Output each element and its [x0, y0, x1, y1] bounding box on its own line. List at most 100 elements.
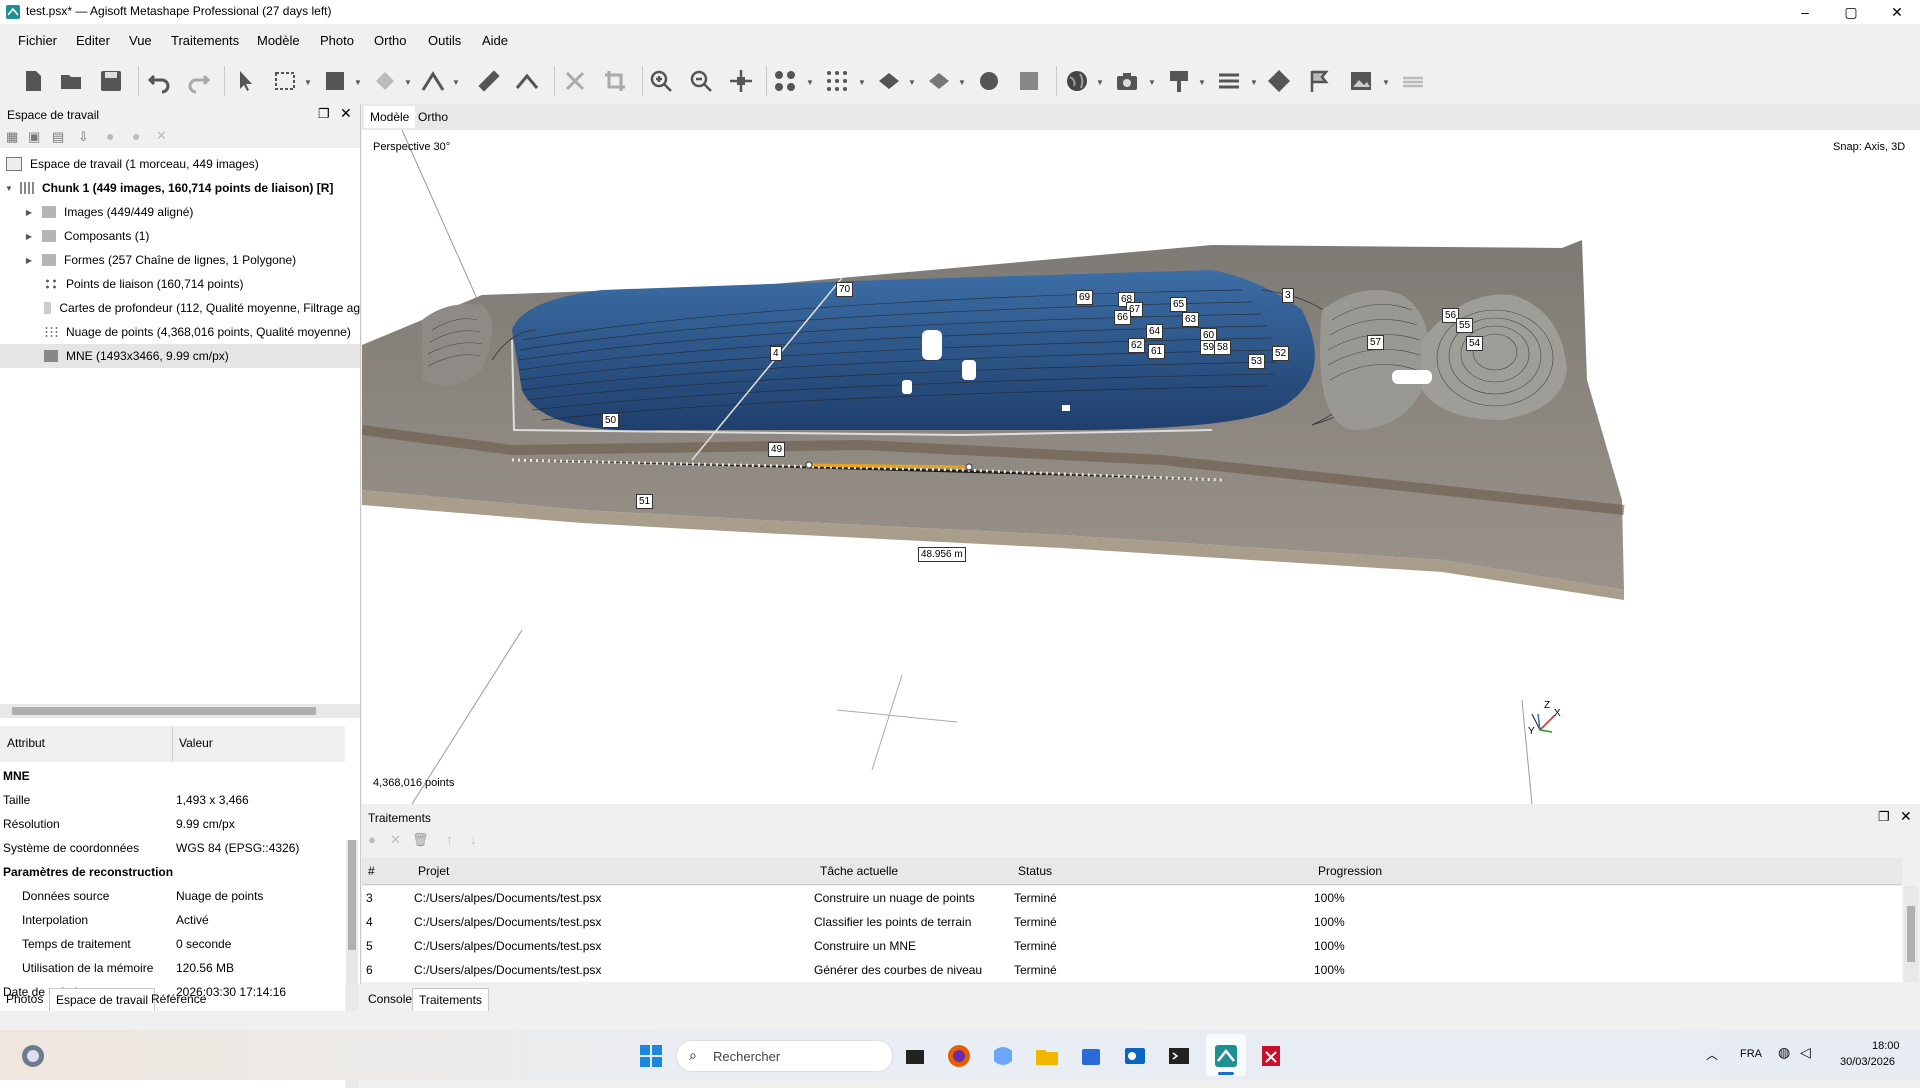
menu-ortho[interactable]: Ortho: [374, 33, 407, 48]
close-panel-icon[interactable]: ✕: [1900, 808, 1912, 825]
tree-dem[interactable]: MNE (1493x3466, 9.99 cm/px): [0, 344, 360, 368]
task-view-icon[interactable]: [902, 1043, 928, 1069]
close-panel-icon[interactable]: ✕: [340, 105, 352, 122]
tab-photos[interactable]: Photos: [0, 988, 49, 1010]
dem-terrain-render[interactable]: [362, 130, 1920, 804]
column-valeur[interactable]: Valeur: [179, 736, 213, 750]
menu-aide[interactable]: Aide: [482, 33, 508, 48]
store-icon[interactable]: [1078, 1043, 1104, 1069]
menu-editer[interactable]: Editer: [76, 33, 110, 48]
chevron-down-icon[interactable]: ▼: [4, 184, 14, 193]
tab-workspace[interactable]: Espace de travail: [49, 988, 156, 1011]
add-folder-icon[interactable]: ▤: [52, 129, 64, 145]
col-number[interactable]: #: [368, 864, 375, 878]
dem-view-icon[interactable]: [1016, 68, 1042, 94]
tree-chunk[interactable]: ▼ Chunk 1 (449 images, 160,714 points de…: [0, 176, 360, 200]
metashape-taskbar-button[interactable]: [1206, 1034, 1246, 1076]
chevron-down-icon[interactable]: ▼: [1382, 78, 1390, 87]
tree-depth-maps[interactable]: Cartes de profondeur (112, Qualité moyen…: [0, 296, 360, 320]
chevron-down-icon[interactable]: ▼: [1250, 78, 1258, 87]
crop-icon[interactable]: [602, 68, 628, 94]
clock-time[interactable]: 18:00: [1872, 1040, 1900, 1052]
model-textured-icon[interactable]: [926, 68, 952, 94]
region-icon[interactable]: [1266, 68, 1292, 94]
tree-tie-points[interactable]: Points de liaison (160,714 points): [0, 272, 360, 296]
close-window-button[interactable]: ✕: [1874, 0, 1920, 24]
tab-ortho[interactable]: Ortho: [412, 106, 454, 128]
tab-traitements[interactable]: Traitements: [412, 988, 489, 1011]
chevron-right-icon[interactable]: ▶: [24, 256, 34, 265]
tab-reference[interactable]: Référence: [145, 988, 212, 1010]
minimize-button[interactable]: –: [1782, 0, 1828, 24]
chevron-down-icon[interactable]: ▼: [1096, 78, 1104, 87]
move-up-icon[interactable]: ↑: [446, 832, 453, 847]
processing-row[interactable]: 3 C:/Users/alpes/Documents/test.psx Constr…: [362, 886, 1902, 910]
windows-start-icon[interactable]: [638, 1043, 664, 1069]
enable-icon[interactable]: ●: [106, 128, 114, 144]
processing-row[interactable]: 5 C:/Users/alpes/Documents/test.psx Constr…: [362, 934, 1902, 958]
markers-icon[interactable]: [1166, 68, 1192, 94]
ruler-icon[interactable]: [476, 68, 502, 94]
chevron-down-icon[interactable]: ▼: [452, 78, 460, 87]
angle-measure-icon[interactable]: [514, 68, 540, 94]
taskbar-search[interactable]: ⌕ Rechercher: [676, 1040, 893, 1072]
tiled-model-icon[interactable]: [976, 68, 1002, 94]
column-attribut[interactable]: Attribut: [7, 736, 45, 750]
chevron-down-icon[interactable]: ▼: [1148, 78, 1156, 87]
add-photos-icon[interactable]: ▣: [28, 129, 40, 145]
tree-components[interactable]: ▶ Composants (1): [0, 224, 360, 248]
col-progression[interactable]: Progression: [1318, 864, 1382, 878]
new-document-icon[interactable]: [20, 68, 46, 94]
tab-modele[interactable]: Modèle: [364, 106, 416, 128]
image-overlay-icon[interactable]: [1348, 68, 1374, 94]
undo-icon[interactable]: [146, 68, 172, 94]
tab-console[interactable]: Console: [362, 988, 418, 1010]
chevron-down-icon[interactable]: ▼: [1198, 78, 1206, 87]
save-icon[interactable]: [98, 68, 124, 94]
processing-scrollbar[interactable]: [1904, 886, 1918, 982]
menu-outils[interactable]: Outils: [428, 33, 461, 48]
chevron-down-icon[interactable]: ▼: [908, 78, 916, 87]
pdf-reader-icon[interactable]: [1258, 1043, 1284, 1069]
delete-icon[interactable]: ✕: [156, 128, 167, 144]
float-panel-icon[interactable]: ❐: [318, 106, 330, 122]
copilot-icon[interactable]: [990, 1043, 1016, 1069]
col-status[interactable]: Status: [1018, 864, 1052, 878]
language-indicator[interactable]: FRA: [1740, 1048, 1762, 1060]
scrollbar-thumb[interactable]: [1907, 906, 1915, 962]
remove-items-icon[interactable]: ⇩: [78, 129, 89, 145]
col-projet[interactable]: Projet: [418, 864, 449, 878]
zoom-in-icon[interactable]: [648, 68, 674, 94]
chevron-down-icon[interactable]: ▼: [304, 78, 312, 87]
tree-shapes[interactable]: ▶ Formes (257 Chaîne de lignes, 1 Polygo…: [0, 248, 360, 272]
tree-point-cloud[interactable]: Nuage de points (4,368,016 points, Quali…: [0, 320, 360, 344]
camera-icon[interactable]: [1114, 68, 1140, 94]
chevron-right-icon[interactable]: ▶: [24, 208, 34, 217]
move-down-icon[interactable]: ↓: [470, 832, 477, 847]
model-viewport[interactable]: Perspective 30° Snap: Axis, 3D 4,368,016…: [362, 130, 1920, 804]
processing-row[interactable]: 4 C:/Users/alpes/Documents/test.psx Classi…: [362, 910, 1902, 934]
globe-icon[interactable]: [1064, 68, 1090, 94]
firefox-icon[interactable]: [946, 1043, 972, 1069]
processing-row[interactable]: 6 C:/Users/alpes/Documents/test.psx Génére…: [362, 958, 1902, 982]
float-panel-icon[interactable]: ❐: [1878, 809, 1890, 825]
chevron-right-icon[interactable]: ▶: [24, 232, 34, 241]
tie-points-icon[interactable]: [772, 68, 798, 94]
start-icon[interactable]: ●: [368, 832, 376, 847]
chevron-down-icon[interactable]: ▼: [404, 78, 412, 87]
shape-tool-icon[interactable]: [322, 68, 348, 94]
model-solid-icon[interactable]: [876, 68, 902, 94]
rectangle-select-icon[interactable]: [272, 68, 298, 94]
disable-icon[interactable]: ●: [132, 128, 140, 144]
layers-icon[interactable]: [1400, 68, 1426, 94]
horizontal-scrollbar[interactable]: [0, 704, 360, 718]
clock-date[interactable]: 30/03/2026: [1840, 1056, 1895, 1068]
menu-photo[interactable]: Photo: [320, 33, 354, 48]
redo-icon[interactable]: [186, 68, 212, 94]
open-folder-icon[interactable]: [58, 68, 84, 94]
stop-icon[interactable]: ✕: [390, 832, 401, 848]
pointer-icon[interactable]: [232, 68, 258, 94]
tree-images[interactable]: ▶ Images (449/449 aligné): [0, 200, 360, 224]
tree-workspace-root[interactable]: Espace de travail (1 morceau, 449 images…: [0, 152, 360, 176]
scrollbar-thumb[interactable]: [12, 707, 316, 715]
